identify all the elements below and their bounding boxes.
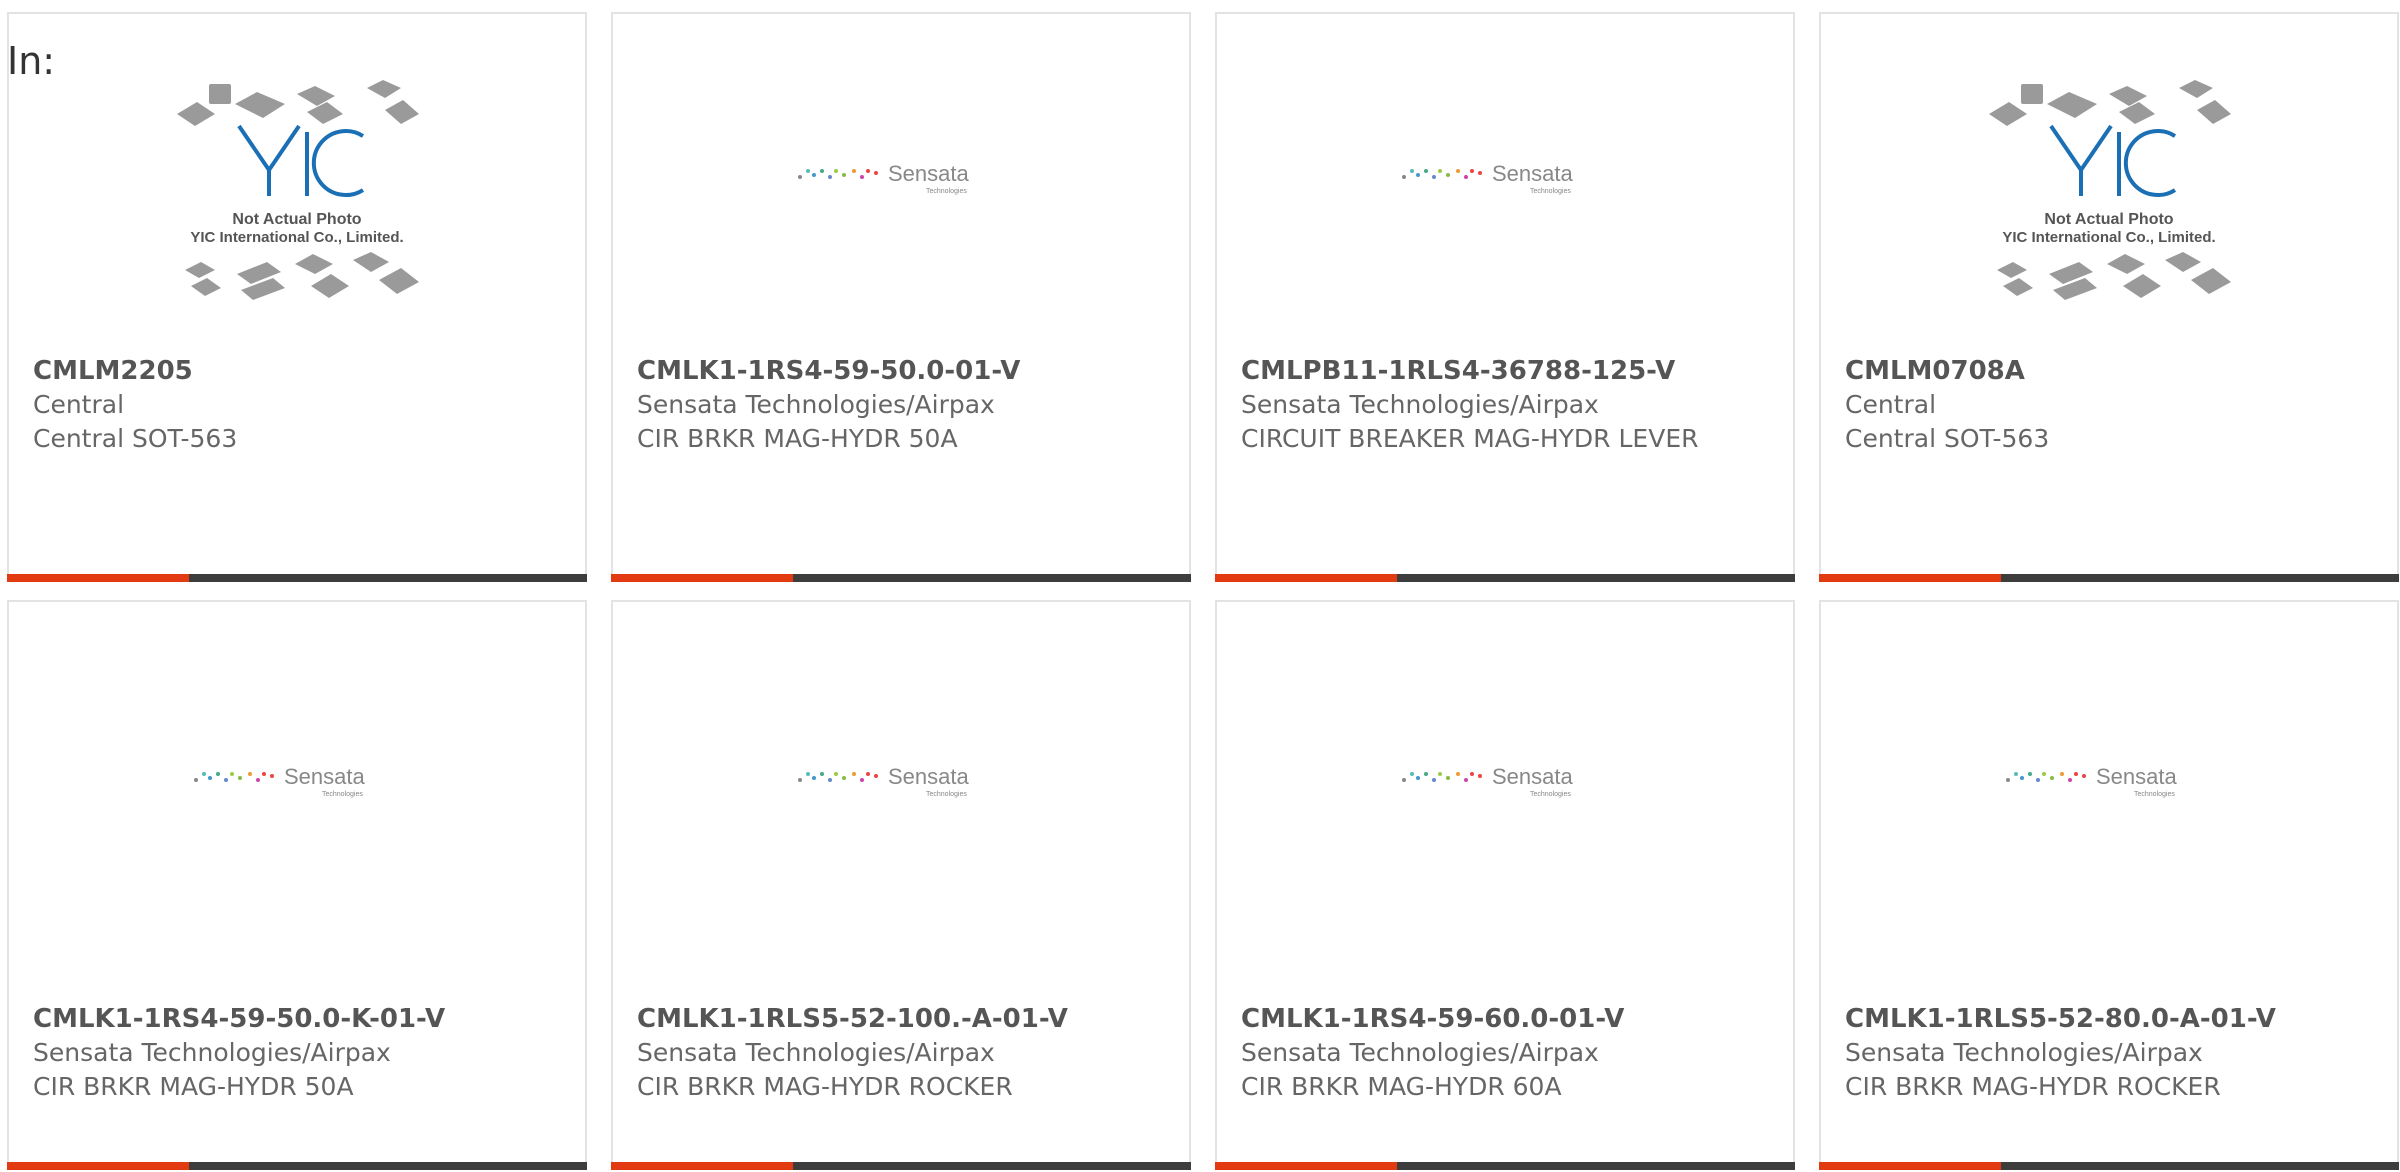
sensata-sub: Technologies [1530,791,1571,798]
sensata-brand: Sensata [888,764,969,789]
card-bottom-bar [1819,1162,2399,1170]
product-image[interactable]: Not Actual Photo YIC International Co., … [9,54,585,354]
sensata-sub: Technologies [322,791,363,798]
product-card[interactable]: Not Actual Photo YIC International Co., … [1819,12,2399,582]
card-bottom-bar [611,1162,1191,1170]
sensata-brand: Sensata [1492,764,1573,789]
product-card[interactable]: Sensata Technologies CMLK1-1RS4-59-50.0-… [7,600,587,1170]
product-card[interactable]: Sensata Technologies CMLK1-1RS4-59-60.0-… [1215,600,1795,1170]
yic-line2: YIC International Co., Limited. [190,229,403,246]
product-info: CMLM0708A Central Central SOT-563 [1845,354,2377,456]
part-number-link[interactable]: CMLPB11-1RLS4-36788-125-V [1241,354,1773,388]
yic-line1: Not Actual Photo [232,211,361,228]
product-image[interactable]: Sensata Technologies [1821,602,2397,962]
part-number-link[interactable]: CMLK1-1RLS5-52-100.-A-01-V [637,1002,1169,1036]
sensata-brand: Sensata [1492,161,1573,186]
product-info: CMLK1-1RLS5-52-100.-A-01-V Sensata Techn… [637,1002,1169,1104]
sensata-sub: Technologies [926,188,967,195]
yic-line1: Not Actual Photo [2044,211,2173,228]
sensata-brand: Sensata [2096,764,2177,789]
product-info: CMLK1-1RLS5-52-80.0-A-01-V Sensata Techn… [1845,1002,2377,1104]
sensata-sub: Technologies [1530,188,1571,195]
manufacturer: Sensata Technologies/Airpax [1241,390,1599,419]
product-card[interactable]: Sensata Technologies CMLPB11-1RLS4-36788… [1215,12,1795,582]
manufacturer: Sensata Technologies/Airpax [637,1038,995,1067]
product-card[interactable]: Sensata Technologies CMLK1-1RS4-59-50.0-… [611,12,1191,582]
product-grid: Not Actual Photo YIC International Co., … [7,12,2399,1170]
description: CIR BRKR MAG-HYDR ROCKER [1845,1072,2221,1101]
manufacturer: Sensata Technologies/Airpax [1845,1038,2203,1067]
part-number-link[interactable]: CMLK1-1RS4-59-50.0-01-V [637,354,1169,388]
yic-line2: YIC International Co., Limited. [2002,229,2215,246]
product-card[interactable]: Sensata Technologies CMLK1-1RLS5-52-100.… [611,600,1191,1170]
product-card[interactable]: Not Actual Photo YIC International Co., … [7,12,587,582]
sensata-logo: Sensata Technologies [2006,764,2177,798]
product-info: CMLM2205 Central Central SOT-563 [33,354,565,456]
description: CIR BRKR MAG-HYDR 50A [33,1072,354,1101]
description: Central SOT-563 [33,424,238,453]
product-image[interactable]: Sensata Technologies [613,602,1189,962]
product-image[interactable]: Sensata Technologies [9,602,585,962]
sensata-logo: Sensata Technologies [798,161,969,195]
card-bottom-bar [1215,1162,1795,1170]
sensata-sub: Technologies [2134,791,2175,798]
manufacturer: Sensata Technologies/Airpax [637,390,995,419]
product-image[interactable]: Sensata Technologies [1217,602,1793,962]
manufacturer: Sensata Technologies/Airpax [33,1038,391,1067]
product-card[interactable]: Sensata Technologies CMLK1-1RLS5-52-80.0… [1819,600,2399,1170]
product-info: CMLK1-1RS4-59-60.0-01-V Sensata Technolo… [1241,1002,1773,1104]
sensata-logo: Sensata Technologies [798,764,969,798]
sensata-logo: Sensata Technologies [1402,161,1573,195]
description: CIR BRKR MAG-HYDR 60A [1241,1072,1562,1101]
part-number-link[interactable]: CMLM0708A [1845,354,2377,388]
part-number-link[interactable]: CMLM2205 [33,354,565,388]
product-image[interactable]: Sensata Technologies [613,14,1189,344]
sensata-sub: Technologies [926,791,967,798]
product-info: CMLK1-1RS4-59-50.0-K-01-V Sensata Techno… [33,1002,565,1104]
product-info: CMLK1-1RS4-59-50.0-01-V Sensata Technolo… [637,354,1169,456]
description: CIRCUIT BREAKER MAG-HYDR LEVER [1241,424,1699,453]
part-number-link[interactable]: CMLK1-1RS4-59-60.0-01-V [1241,1002,1773,1036]
product-image[interactable]: Not Actual Photo YIC International Co., … [1821,54,2397,354]
manufacturer: Central [33,390,125,419]
yic-placeholder-logo: Not Actual Photo YIC International Co., … [1989,80,2231,300]
in-label: In: [7,39,56,83]
yic-placeholder-logo: Not Actual Photo YIC International Co., … [177,80,419,300]
card-bottom-bar [7,574,587,582]
card-bottom-bar [1819,574,2399,582]
card-bottom-bar [7,1162,587,1170]
manufacturer: Central [1845,390,1937,419]
product-image[interactable]: Sensata Technologies [1217,14,1793,344]
card-bottom-bar [1215,574,1795,582]
sensata-brand: Sensata [888,161,969,186]
sensata-logo: Sensata Technologies [1402,764,1573,798]
description: CIR BRKR MAG-HYDR 50A [637,424,958,453]
part-number-link[interactable]: CMLK1-1RS4-59-50.0-K-01-V [33,1002,565,1036]
sensata-logo: Sensata Technologies [194,764,365,798]
part-number-link[interactable]: CMLK1-1RLS5-52-80.0-A-01-V [1845,1002,2377,1036]
product-info: CMLPB11-1RLS4-36788-125-V Sensata Techno… [1241,354,1773,456]
manufacturer: Sensata Technologies/Airpax [1241,1038,1599,1067]
sensata-brand: Sensata [284,764,365,789]
card-bottom-bar [611,574,1191,582]
description: Central SOT-563 [1845,424,2050,453]
description: CIR BRKR MAG-HYDR ROCKER [637,1072,1013,1101]
page: In: Not Actual Photo YIC International C… [0,0,2400,1172]
